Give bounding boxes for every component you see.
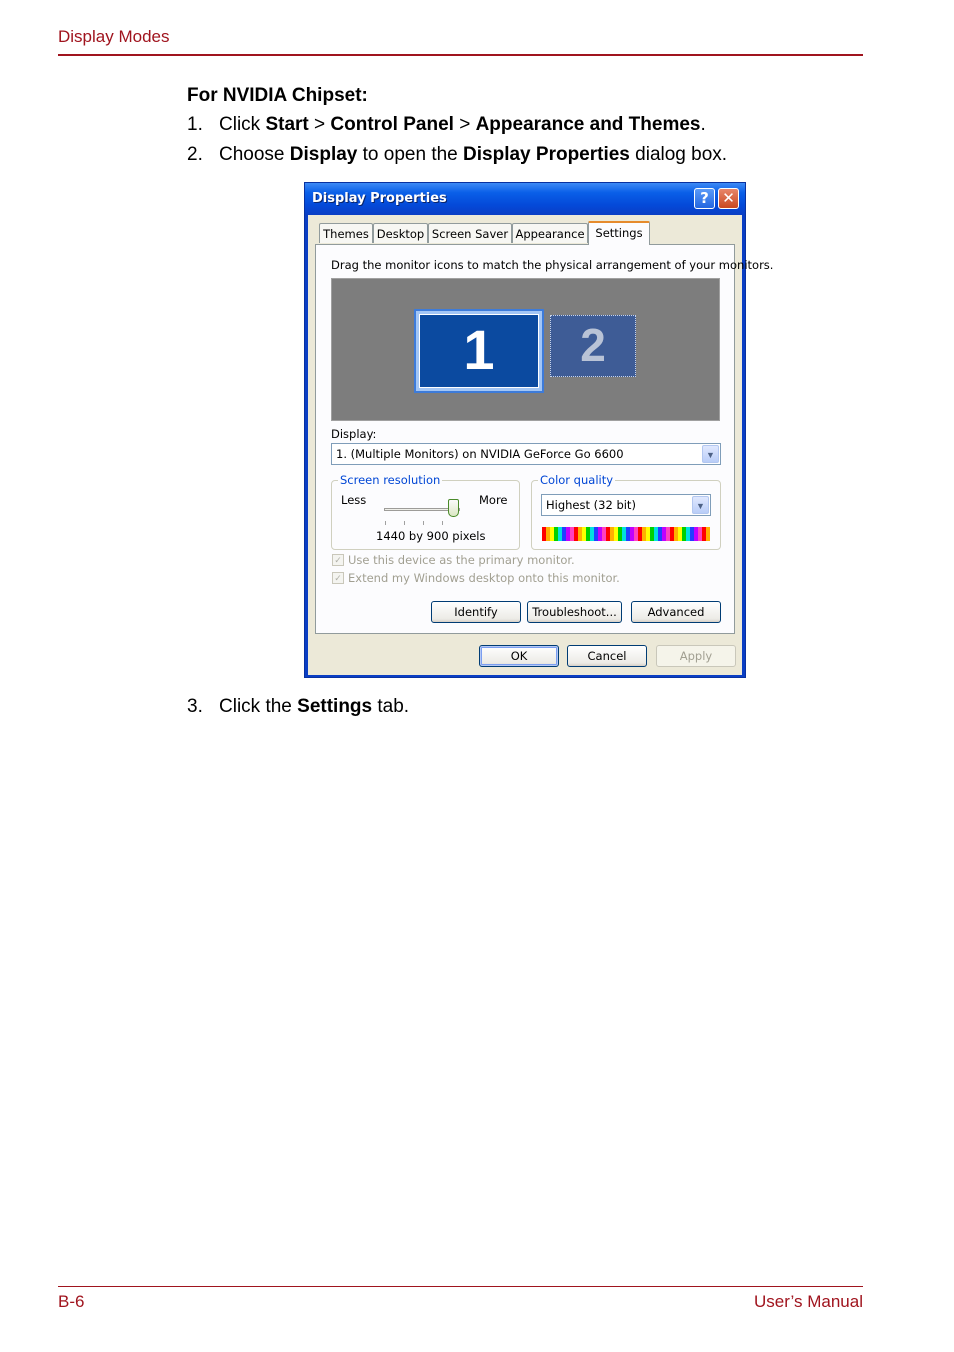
running-header: Display Modes bbox=[58, 27, 170, 46]
tab-desktop[interactable]: Desktop bbox=[373, 223, 428, 243]
step-1: 1. Click Start > Control Panel > Appearan… bbox=[187, 114, 706, 136]
advanced-button[interactable]: Advanced bbox=[631, 601, 721, 623]
page-number: B-6 bbox=[58, 1292, 85, 1311]
slider-tick bbox=[442, 521, 443, 525]
tab-screen-saver[interactable]: Screen Saver bbox=[428, 223, 512, 243]
primary-monitor-checkbox[interactable]: ✓ bbox=[332, 554, 344, 566]
display-label: Display: bbox=[331, 427, 377, 441]
extend-desktop-checkbox[interactable]: ✓ bbox=[332, 572, 344, 584]
ok-button[interactable]: OK bbox=[479, 645, 559, 667]
help-button[interactable]: ? bbox=[694, 188, 715, 209]
tab-settings[interactable]: Settings bbox=[588, 221, 650, 245]
step-bold: Display bbox=[289, 144, 358, 165]
resolution-slider-thumb[interactable] bbox=[448, 499, 459, 517]
step-number: 1. bbox=[187, 114, 203, 135]
step-text: Click bbox=[219, 114, 266, 135]
step-2: 2. Choose Display to open the Display Pro… bbox=[187, 144, 727, 166]
step-number: 2. bbox=[187, 144, 203, 165]
section-title: For NVIDIA Chipset: bbox=[187, 85, 368, 106]
step-text: > bbox=[453, 114, 476, 135]
monitor-1-number: 1 bbox=[463, 318, 495, 381]
color-spectrum-bar bbox=[542, 527, 710, 541]
cancel-button[interactable]: Cancel bbox=[567, 645, 647, 667]
resolution-value: 1440 by 900 pixels bbox=[376, 529, 486, 543]
chevron-down-icon[interactable]: ▼ bbox=[692, 496, 709, 514]
dialog-client-area: Themes Desktop Screen Saver Appearance S… bbox=[308, 215, 773, 675]
troubleshoot-button[interactable]: Troubleshoot... bbox=[527, 601, 622, 623]
step-text: to open the bbox=[357, 144, 464, 165]
apply-button[interactable]: Apply bbox=[656, 645, 736, 667]
step-text: dialog box. bbox=[629, 144, 728, 165]
resolution-more-label: More bbox=[479, 493, 508, 507]
dialog-title-bar[interactable]: Display Properties ? ✕ bbox=[305, 183, 745, 215]
close-button[interactable]: ✕ bbox=[718, 188, 739, 209]
help-icon: ? bbox=[700, 189, 709, 207]
color-quality-value: Highest (32 bit) bbox=[546, 498, 636, 512]
step-text: Click the bbox=[219, 696, 298, 717]
monitor-2-icon[interactable]: 2 bbox=[550, 315, 636, 377]
screen-resolution-label: Screen resolution bbox=[338, 473, 443, 487]
manual-title: User’s Manual bbox=[754, 1292, 863, 1311]
dialog-title: Display Properties bbox=[312, 191, 447, 206]
step-text: . bbox=[700, 114, 706, 135]
settings-panel: Drag the monitor icons to match the phys… bbox=[315, 244, 773, 634]
step-3: 3. Click the Settings tab. bbox=[187, 696, 409, 718]
step-text: > bbox=[308, 114, 331, 135]
close-icon: ✕ bbox=[722, 189, 735, 207]
display-select[interactable]: 1. (Multiple Monitors) on NVIDIA GeForce… bbox=[331, 443, 721, 465]
display-properties-dialog: Display Properties ? ✕ Themes Desktop Sc… bbox=[304, 182, 773, 678]
footer-rule bbox=[58, 1286, 863, 1287]
monitor-2-number: 2 bbox=[580, 319, 606, 371]
tab-appearance[interactable]: Appearance bbox=[512, 223, 588, 243]
step-bold: Appearance and Themes bbox=[475, 114, 701, 135]
slider-tick bbox=[385, 521, 386, 525]
color-quality-group: Color quality Highest (32 bit) ▼ bbox=[531, 473, 721, 550]
resolution-less-label: Less bbox=[341, 493, 367, 507]
step-text: Choose bbox=[219, 144, 290, 165]
step-bold: Display Properties bbox=[463, 144, 630, 165]
monitor-1-icon[interactable]: 1 bbox=[414, 309, 544, 393]
step-bold: Start bbox=[265, 114, 309, 135]
chevron-down-icon[interactable]: ▼ bbox=[702, 445, 719, 463]
slider-tick bbox=[423, 521, 424, 525]
extend-desktop-label: Extend my Windows desktop onto this moni… bbox=[348, 571, 620, 585]
tab-themes[interactable]: Themes bbox=[319, 223, 373, 243]
header-rule bbox=[58, 54, 863, 56]
slider-tick bbox=[404, 521, 405, 525]
arrangement-instruction: Drag the monitor icons to match the phys… bbox=[331, 258, 774, 272]
screen-resolution-group: Screen resolution Less More 1440 by 900 … bbox=[331, 473, 520, 550]
step-text: tab. bbox=[372, 696, 410, 717]
step-bold: Control Panel bbox=[330, 114, 454, 135]
identify-button[interactable]: Identify bbox=[431, 601, 521, 623]
step-number: 3. bbox=[187, 696, 203, 717]
step-bold: Settings bbox=[297, 696, 373, 717]
monitor-arrangement-area: 1 2 bbox=[331, 278, 720, 421]
primary-monitor-label: Use this device as the primary monitor. bbox=[348, 553, 575, 567]
color-quality-label: Color quality bbox=[538, 473, 616, 487]
display-select-value: 1. (Multiple Monitors) on NVIDIA GeForce… bbox=[336, 447, 624, 461]
color-quality-select[interactable]: Highest (32 bit) ▼ bbox=[541, 494, 711, 516]
